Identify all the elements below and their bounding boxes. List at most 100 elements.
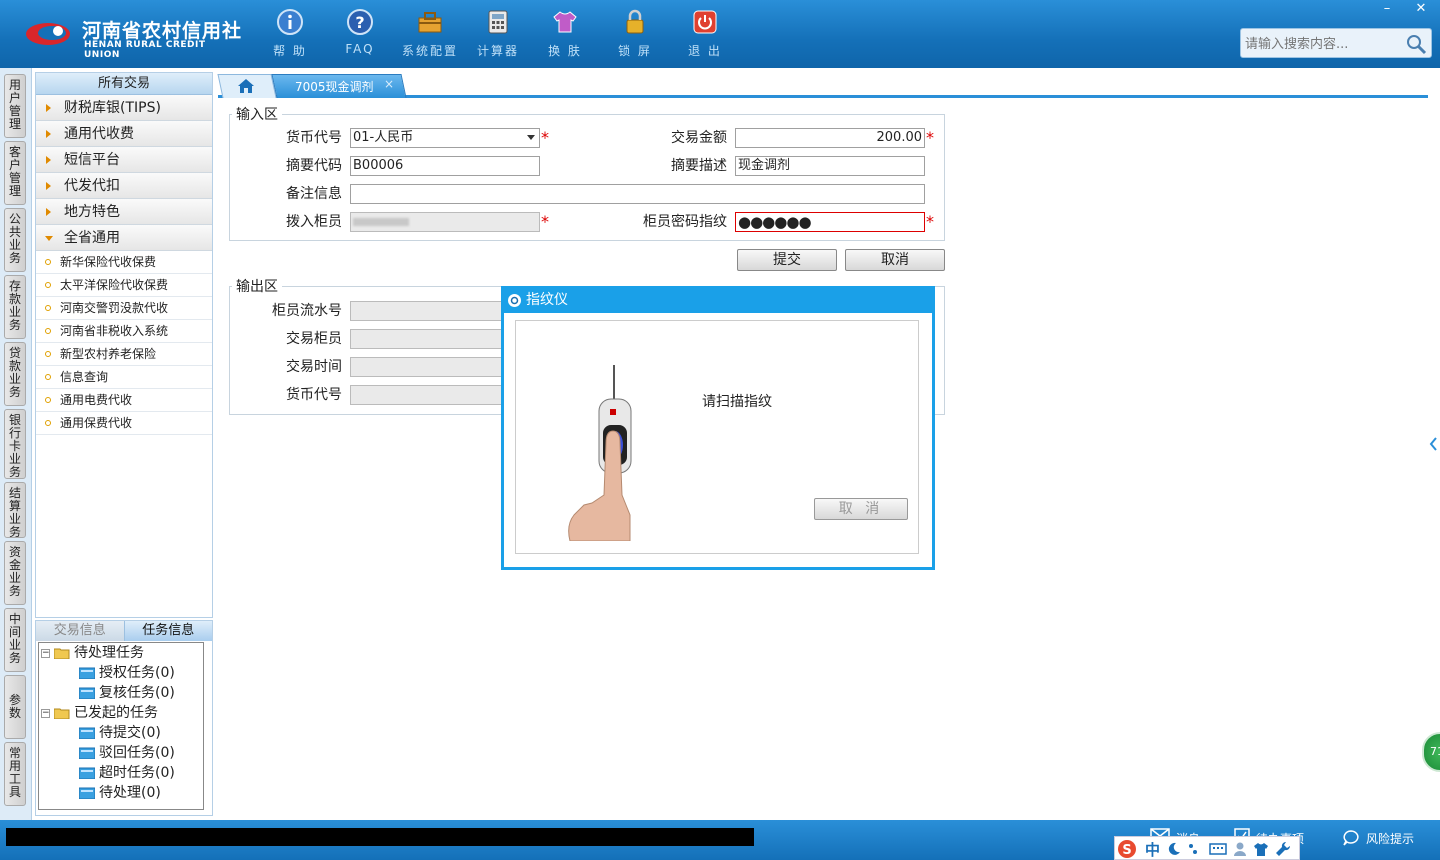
- expand-arrow-icon: [46, 208, 51, 216]
- task-folder-icon: [79, 667, 95, 679]
- tree-node-to-submit[interactable]: 待提交(0): [79, 723, 161, 743]
- tree-label: 超时任务(0): [99, 765, 175, 781]
- nav-item-info-query[interactable]: 信息查询: [36, 366, 212, 389]
- floating-badge[interactable]: 71: [1422, 732, 1440, 772]
- moon-icon[interactable]: [1167, 842, 1181, 856]
- cancel-button[interactable]: 取消: [845, 249, 945, 271]
- logo: 河南省农村信用社 HENAN RURAL CREDIT UNION: [24, 14, 244, 60]
- teller-in-input[interactable]: [350, 212, 540, 232]
- top-bar: 河南省农村信用社 HENAN RURAL CREDIT UNION 帮 助 ? …: [0, 0, 1440, 68]
- skin-shirt-icon[interactable]: [1253, 841, 1269, 857]
- exit-button[interactable]: 退 出: [670, 8, 740, 62]
- tree-node-review[interactable]: 复核任务(0): [79, 683, 175, 703]
- submit-button[interactable]: 提交: [737, 249, 837, 271]
- ime-mode-label[interactable]: 中: [1145, 839, 1160, 860]
- nav-item-pension[interactable]: 新型农村养老保险: [36, 343, 212, 366]
- search-box: [1240, 28, 1432, 58]
- left-tab-customer-management[interactable]: 客户管理: [4, 141, 26, 205]
- nav-group-province[interactable]: 全省通用: [36, 225, 212, 251]
- trans-teller-label: 交易柜员: [286, 331, 342, 347]
- close-window-button[interactable]: ✕: [1404, 0, 1438, 18]
- collapse-toggle-icon[interactable]: −: [41, 648, 50, 658]
- amount-input[interactable]: 200.00: [735, 128, 925, 148]
- left-tab-user-management[interactable]: 用户管理: [4, 74, 26, 138]
- nav-group-label: 代发代扣: [64, 178, 120, 194]
- left-tab-common-tools[interactable]: 常用工具: [4, 742, 26, 806]
- calculator-icon: [488, 10, 508, 34]
- nav-group-payroll[interactable]: 代发代扣: [36, 173, 212, 199]
- left-tab-settlement-business[interactable]: 结算业务: [4, 482, 26, 539]
- task-folder-icon: [79, 787, 95, 799]
- left-tab-public-business[interactable]: 公共业务: [4, 208, 26, 272]
- user-icon[interactable]: [1233, 841, 1247, 857]
- summary-code-input[interactable]: B00006: [350, 156, 540, 176]
- nav-item-premium[interactable]: 通用保费代收: [36, 412, 212, 435]
- nav-group-general-fee[interactable]: 通用代收费: [36, 121, 212, 147]
- left-tab-deposit-business[interactable]: 存款业务: [4, 275, 26, 339]
- lock-screen-button[interactable]: 锁 屏: [600, 8, 670, 62]
- tree-node-initiated[interactable]: − 已发起的任务: [41, 703, 158, 723]
- faq-label: FAQ: [345, 42, 375, 56]
- home-icon[interactable]: [237, 78, 255, 94]
- collapse-toggle-icon[interactable]: −: [41, 708, 50, 718]
- tree-node-rejected[interactable]: 驳回任务(0): [79, 743, 175, 763]
- nav-group-sms[interactable]: 短信平台: [36, 147, 212, 173]
- faq-button[interactable]: ? FAQ: [325, 8, 395, 62]
- nav-group-local[interactable]: 地方特色: [36, 199, 212, 225]
- dropdown-arrow-icon[interactable]: [527, 135, 535, 140]
- sogou-ime-icon[interactable]: S: [1117, 839, 1137, 859]
- currency-select[interactable]: 01-人民币: [350, 128, 540, 148]
- nav-group-tips[interactable]: 财税库银(TIPS): [36, 95, 212, 121]
- nav-group-label: 短信平台: [64, 152, 120, 168]
- punctuation-icon[interactable]: [1187, 842, 1201, 856]
- change-skin-button[interactable]: 换 肤: [530, 8, 600, 62]
- folder-open-icon: [54, 648, 70, 659]
- left-tab-fund-business[interactable]: 资金业务: [4, 541, 26, 605]
- expand-arrow-icon: [46, 182, 51, 190]
- left-tab-parameters[interactable]: 参数: [4, 675, 26, 739]
- dialog-cancel-button[interactable]: 取 消: [814, 498, 908, 520]
- tree-label: 待处理(0): [99, 785, 161, 801]
- ime-toolbar: S 中: [1114, 836, 1300, 860]
- calculator-button[interactable]: 计算器: [463, 8, 533, 62]
- help-icon: ?: [347, 9, 373, 35]
- left-tab-intermediary-business[interactable]: 中间业务: [4, 608, 26, 672]
- nav-item-xinhua-insurance[interactable]: 新华保险代收保费: [36, 251, 212, 274]
- bullet-icon: [45, 420, 51, 426]
- fingerprint-device-icon: [508, 294, 521, 307]
- tab-cash-adjust-label: 7005现金调剂: [295, 80, 374, 94]
- wrench-icon[interactable]: [1275, 841, 1291, 857]
- nav-item-non-tax[interactable]: 河南省非税收入系统: [36, 320, 212, 343]
- minimize-button[interactable]: –: [1370, 0, 1404, 18]
- nav-item-electricity[interactable]: 通用电费代收: [36, 389, 212, 412]
- tree-node-timeout[interactable]: 超时任务(0): [79, 763, 175, 783]
- tree-node-pending[interactable]: − 待处理任务: [41, 643, 144, 663]
- risk-label[interactable]: 风险提示: [1366, 830, 1414, 847]
- help-button[interactable]: 帮 助: [255, 8, 325, 62]
- tab-task-info[interactable]: 任务信息: [123, 621, 212, 641]
- tab-close-icon[interactable]: ×: [384, 77, 394, 91]
- tree-node-auth[interactable]: 授权任务(0): [79, 663, 175, 683]
- nav-item-traffic-fines[interactable]: 河南交警罚没款代收: [36, 297, 212, 320]
- system-config-button[interactable]: 系统配置: [395, 8, 465, 62]
- tab-bar: 7005现金调剂 ×: [217, 72, 1428, 98]
- right-collapse-handle-icon[interactable]: [1428, 424, 1440, 464]
- search-input[interactable]: [1245, 34, 1405, 54]
- search-icon[interactable]: [1405, 33, 1427, 55]
- summary-desc-input[interactable]: 现金调剂: [735, 156, 925, 176]
- tab-transaction-info[interactable]: 交易信息: [36, 621, 124, 641]
- tree-node-to-process[interactable]: 待处理(0): [79, 783, 161, 803]
- password-input[interactable]: ●●●●●●: [735, 212, 925, 232]
- status-message-area: [6, 828, 754, 846]
- left-tab-bank-card-business[interactable]: 银行卡业务: [4, 409, 26, 479]
- left-tab-loan-business[interactable]: 贷款业务: [4, 342, 26, 406]
- collapse-arrow-icon: [45, 236, 53, 241]
- risk-alert-icon[interactable]: [1342, 829, 1360, 847]
- task-tree: − 待处理任务 授权任务(0) 复核任务(0) − 已发起的任务 待提交(0) 驳回…: [38, 642, 204, 810]
- nav-group-label: 地方特色: [64, 204, 120, 220]
- remark-input[interactable]: [350, 184, 925, 204]
- nav-item-pacific-insurance[interactable]: 太平洋保险代收保费: [36, 274, 212, 297]
- nav-item-label: 新型农村养老保险: [60, 347, 157, 361]
- keyboard-icon[interactable]: [1209, 842, 1227, 856]
- currency-label: 货币代号: [286, 130, 342, 146]
